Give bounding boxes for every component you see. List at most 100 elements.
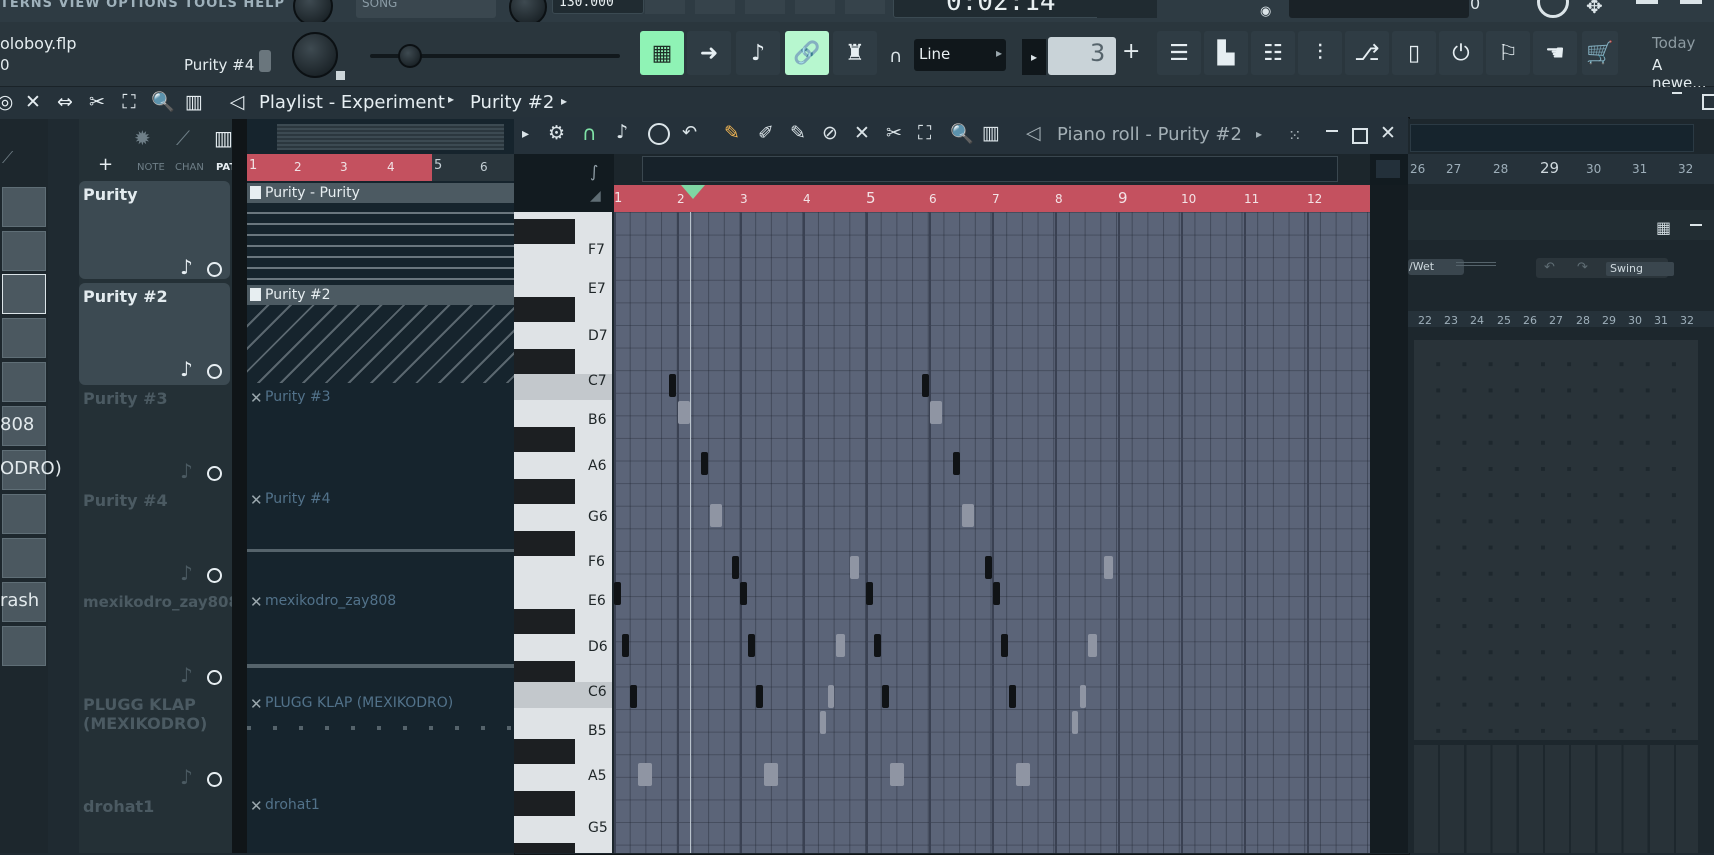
rack-minimize-button[interactable] [1690,224,1702,226]
note[interactable] [866,582,873,605]
track-select-radio[interactable] [207,670,222,685]
clip-thumbnail[interactable] [2,494,46,534]
select-icon[interactable]: ⛶ [118,91,140,113]
playlist-icon[interactable]: ☰ [1157,31,1201,75]
playhead-marker-icon[interactable] [681,185,705,199]
piano-roll-icon[interactable]: ▙ [1204,31,1248,75]
detach-icon[interactable]: ⁙ [1288,126,1301,145]
clip-thumbnail-selected[interactable] [2,274,46,314]
note[interactable] [756,685,763,708]
delete-icon[interactable]: ⊘ [822,122,838,144]
grid-menu-icon[interactable]: ▦ [1656,218,1671,237]
piano-key-black[interactable] [514,739,575,764]
pattern-prev-icon[interactable]: ▸ [1022,39,1046,75]
playlist-overview[interactable] [277,124,504,150]
piano-roll-keyboard-icon[interactable]: ▦ [640,31,684,75]
add-track-icon[interactable]: + [98,154,113,175]
hat-icon[interactable]: ♜ [833,31,877,75]
note[interactable] [630,685,637,708]
track-header[interactable]: drohat1 [79,793,230,853]
magnet-icon[interactable]: ∩ [889,46,902,67]
record-button[interactable] [795,0,835,14]
mute-icon[interactable]: ✕ [854,122,870,144]
paint-icon[interactable]: ✐ [758,122,774,144]
piano-key-black[interactable] [514,219,575,244]
note-icon[interactable]: ♪ [616,121,628,143]
note-filter-icon[interactable]: ✹ [134,126,151,150]
piano-key-black[interactable] [514,531,575,556]
magnet-icon[interactable]: ∩ [582,121,597,145]
menu-text[interactable]: TERNS VIEW OPTIONS TOOLS HELP [0,0,285,11]
track-select-radio[interactable] [207,466,222,481]
clip-thumbnail[interactable] [2,231,46,271]
note[interactable] [993,582,1000,605]
step-arrow-icon[interactable]: ➜ [687,31,731,75]
tab-note[interactable]: NOTE [137,162,165,173]
plugin-plug-icon[interactable]: ⏻ [1439,31,1483,75]
piano-roll-maximize-button[interactable] [1352,128,1368,144]
loop-button[interactable] [695,0,735,14]
link-icon[interactable]: 🔗 [785,31,829,75]
draw-icon[interactable]: ✎ [724,122,740,144]
note[interactable] [748,634,755,657]
note[interactable] [669,374,676,397]
clip-thumbnail[interactable] [2,538,46,578]
clip-thumbnail[interactable] [2,362,46,402]
select-icon[interactable]: ⛶ [918,122,931,144]
clip-title[interactable]: Purity #2 [247,285,522,305]
note[interactable] [701,452,708,475]
clip-thumbnail[interactable] [2,626,46,666]
plugin-icon[interactable]: ✥ [1586,0,1603,18]
add-pattern-icon[interactable]: + [1122,39,1140,64]
piano-roll-minimize-button[interactable] [1326,130,1338,132]
pattern-filter-icon[interactable]: ▥ [214,126,233,150]
link-node-icon[interactable]: ⟋ [2,148,13,168]
step-sequencer-grid[interactable] [1414,340,1698,740]
tab-chan[interactable]: CHAN [175,162,204,173]
note[interactable] [882,685,889,708]
hand-icon[interactable]: ☚ [1533,31,1577,75]
playback-tool-icon[interactable]: ▥ [982,122,1000,144]
clip-title[interactable]: Purity - Purity [247,183,522,203]
speaker-icon[interactable]: ◁ [226,91,248,113]
zoom-icon[interactable]: 🔍 [151,91,175,113]
note[interactable] [614,582,621,605]
pattern-selector[interactable] [1048,37,1116,75]
wrench-icon[interactable]: ⚙ [548,122,565,144]
piano-key-black[interactable] [514,479,575,504]
scroll-handle[interactable] [1376,160,1400,178]
browser-icon[interactable]: ⎇ [1345,31,1389,75]
track-select-radio[interactable] [207,772,222,787]
channel-rack-icon[interactable]: ☷ [1251,31,1295,75]
track-select-radio[interactable] [207,364,222,379]
note[interactable] [874,634,881,657]
note[interactable] [732,556,739,579]
main-pitch-knob[interactable] [292,32,338,78]
piano-key-black[interactable] [514,791,575,816]
new-file-icon[interactable]: ▯ [1392,31,1436,75]
wait-button[interactable] [645,0,685,14]
note[interactable] [622,634,629,657]
piano-key-black[interactable] [514,349,575,374]
playback-icon[interactable]: ▥ [183,91,205,113]
tempo-display[interactable]: 130.000 [552,0,644,14]
clip-title[interactable]: PLUGG KLAP (MEXIKODRO) [247,693,453,713]
piano-key-black[interactable] [514,427,575,452]
vertical-scrollbar[interactable] [1370,185,1408,853]
piano-key-black[interactable] [514,609,575,634]
speaker-icon[interactable]: ◁ [1026,122,1041,144]
zoom-icon[interactable]: 🔍 [950,122,974,145]
paint-drum-icon[interactable]: ✎ [790,122,806,144]
note[interactable] [953,452,960,475]
playlist-maximize-button[interactable] [1702,94,1714,110]
mixer-icon[interactable]: ⫶ [1298,31,1342,75]
playback-icon[interactable] [648,123,670,145]
mixer-strips[interactable] [1414,745,1698,853]
clip-thumbnail[interactable] [2,318,46,358]
window-maximize-button[interactable] [1680,0,1702,4]
note[interactable] [1001,634,1008,657]
piano-roll-close-button[interactable]: ✕ [1380,122,1396,144]
clip-thumbnail[interactable] [2,187,46,227]
undo-icon[interactable]: ↶ [1544,260,1555,275]
piano-key-black[interactable] [514,297,575,322]
